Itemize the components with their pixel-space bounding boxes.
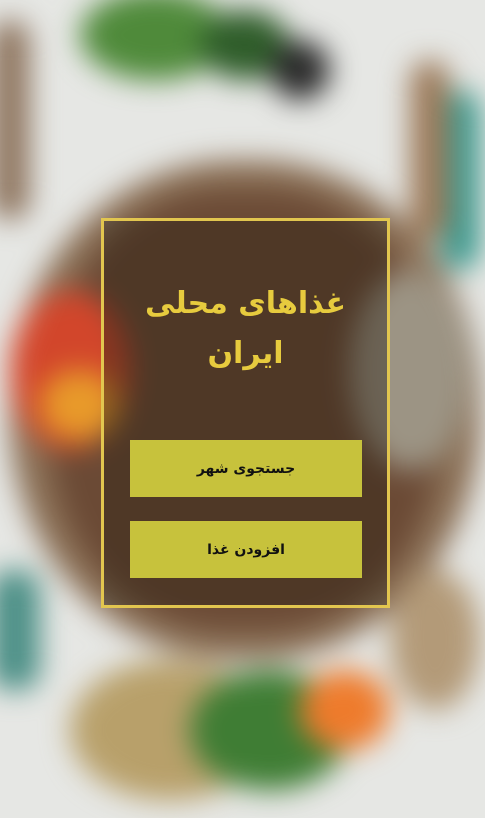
app-screen: غذاهای محلی ایران جستجوی شهر افزودن غذا: [0, 0, 485, 818]
app-title: غذاهای محلی ایران: [104, 279, 387, 379]
search-city-button[interactable]: جستجوی شهر: [130, 440, 362, 497]
app-title-line-2: ایران: [207, 336, 284, 371]
add-food-button[interactable]: افزودن غذا: [130, 521, 362, 578]
welcome-card: غذاهای محلی ایران جستجوی شهر افزودن غذا: [101, 218, 390, 608]
app-title-line-1: غذاهای محلی: [145, 286, 346, 321]
